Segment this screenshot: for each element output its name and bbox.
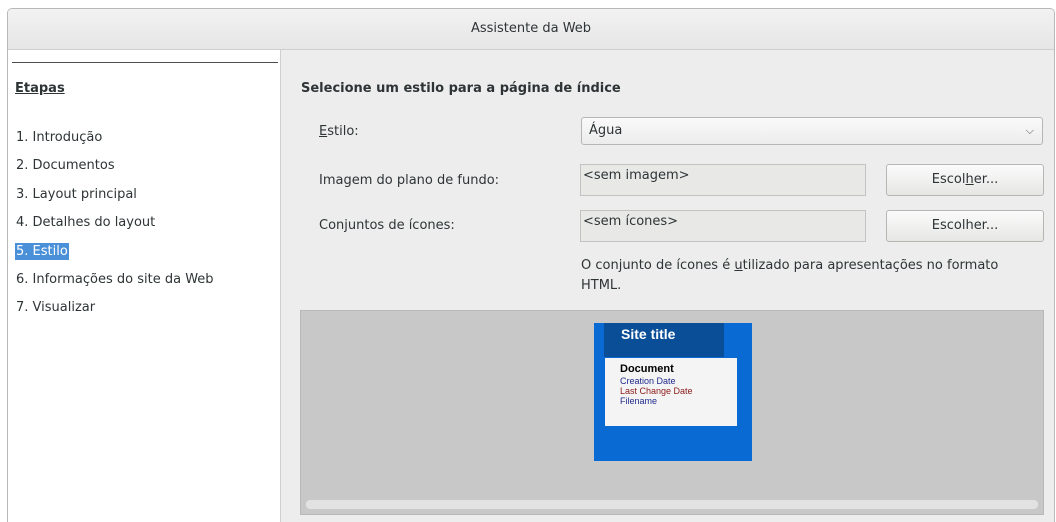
step-label: 4. Detalhes do layout [16,215,156,231]
step-main-layout[interactable]: 3. Layout principal [15,187,215,215]
step-site-info[interactable]: 6. Informações do site da Web [15,272,215,300]
preview-filename: Filename [620,396,658,406]
chevron-down-icon: ⌵ [1025,124,1034,137]
step-documents[interactable]: 2. Documentos [15,158,215,186]
preview-creation-date: Creation Date [620,376,676,386]
step-label: 2. Documentos [16,158,115,174]
style-label-rest: stilo: [327,124,359,139]
preview-document: Document [620,363,674,375]
note-text-a: O conjunto de ícones é [581,258,735,273]
style-dropdown-value: Água [589,123,623,138]
style-preview-area: Site title Document Creation Date Last C… [300,310,1044,515]
web-wizard-dialog: Assistente da Web Etapas 1. Introdução 2… [7,8,1055,522]
steps-list: 1. Introdução 2. Documentos 3. Layout pr… [15,130,215,329]
icon-sets-field: <sem ícones> [580,210,866,242]
step-layout-details[interactable]: 4. Detalhes do layout [15,215,215,243]
page-heading: Selecione um estilo para a página de índ… [301,81,621,96]
style-dropdown[interactable]: Água ⌵ [581,117,1043,145]
style-label: Estilo: [319,124,359,139]
choose-background-label-b: er... [973,172,999,187]
preview-document-card: Document Creation Date Last Change Date … [605,358,737,426]
choose-background-label-a: Escol [931,172,966,187]
preview-last-change-date: Last Change Date [620,386,693,396]
steps-heading: Etapas [15,81,65,96]
style-preview-thumbnail: Site title Document Creation Date Last C… [594,323,752,461]
style-page: Selecione um estilo para a página de índ… [281,50,1054,522]
preview-site-title: Site title [621,326,676,342]
icon-sets-label: Conjuntos de ícones: [319,218,455,233]
style-label-mnemonic: E [319,124,328,139]
horizontal-scrollbar[interactable] [305,499,1039,510]
choose-icons-button[interactable]: Escolher... [886,210,1044,242]
step-label: 7. Visualizar [16,300,96,316]
choose-background-button[interactable]: Escolher... [886,164,1044,196]
step-label: 3. Layout principal [16,186,137,202]
icon-sets-note: O conjunto de ícones é utilizado para ap… [581,256,1021,296]
dialog-titlebar: Assistente da Web [8,9,1054,50]
step-label: 6. Informações do site da Web [16,271,214,287]
sidebar-divider [12,62,278,63]
choose-background-mnemonic: h [965,172,974,187]
step-style[interactable]: 5. Estilo [15,242,215,272]
step-preview[interactable]: 7. Visualizar [15,300,215,328]
step-label: 5. Estilo [15,242,69,260]
background-image-label: Imagem do plano de fundo: [319,173,500,188]
background-image-field: <sem imagem> [580,164,866,196]
step-label: 1. Introdução [16,130,103,145]
note-mnemonic: u [734,258,743,273]
dialog-title: Assistente da Web [470,21,592,36]
steps-sidebar: Etapas 1. Introdução 2. Documentos 3. La… [8,50,281,522]
step-introduction[interactable]: 1. Introdução [15,130,215,158]
